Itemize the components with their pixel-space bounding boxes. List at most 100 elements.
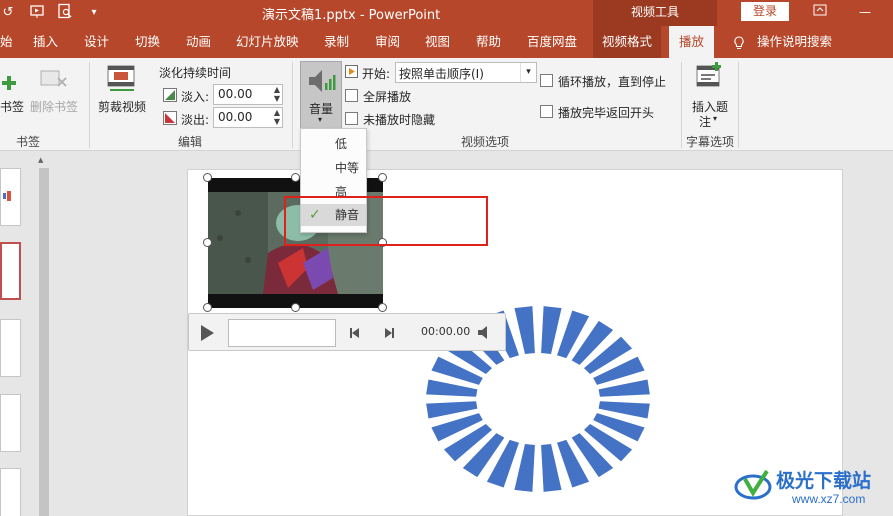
- loop-checkbox[interactable]: [540, 74, 553, 87]
- slide-thumbnail[interactable]: [0, 468, 21, 516]
- captions-group-label: 字幕选项: [686, 135, 735, 149]
- annotation-highlight-box: [284, 196, 488, 246]
- start-trigger-icon: [345, 65, 358, 81]
- play-icon[interactable]: [200, 325, 214, 344]
- video-player-bar: 00:00.00: [188, 313, 506, 351]
- start-mode-select[interactable]: 按照单击顺序(I) ▾: [395, 62, 537, 83]
- resize-handle[interactable]: [203, 173, 212, 182]
- scroll-up-icon[interactable]: ▲: [38, 156, 43, 164]
- ribbon-tabs: 始 插入 设计 切换 动画 幻灯片放映 录制 审阅 视图 帮助 百度网盘 视频格…: [0, 26, 893, 58]
- preview-icon[interactable]: [55, 3, 75, 23]
- group-separator: [738, 62, 739, 148]
- slide-thumbnail-pane: [0, 152, 23, 516]
- fade-out-icon: [163, 111, 177, 128]
- fullscreen-checkbox[interactable]: [345, 89, 358, 102]
- remove-bookmark-button[interactable]: 删除书签: [30, 98, 78, 115]
- resize-handle[interactable]: [203, 303, 212, 312]
- spin-arrows-icon[interactable]: ▲ ▼: [274, 108, 280, 126]
- scrollbar-thumb[interactable]: [39, 168, 49, 516]
- mute-icon[interactable]: [477, 326, 489, 342]
- tab-home[interactable]: 始: [0, 26, 13, 58]
- group-separator: [89, 62, 90, 148]
- edit-group-label: 编辑: [178, 135, 203, 149]
- login-button[interactable]: 登录: [741, 2, 789, 21]
- spin-arrows-icon[interactable]: ▲ ▼: [274, 85, 280, 103]
- watermark-text: 极光下载站: [776, 470, 872, 492]
- window-title: 演示文稿1.pptx - PowerPoint: [262, 8, 441, 23]
- fade-out-label: 淡出:: [181, 113, 210, 127]
- minimize-icon[interactable]: —: [850, 2, 880, 22]
- watermark-logo-icon: [733, 465, 773, 508]
- ring-segment: [514, 306, 535, 355]
- fade-in-stepper[interactable]: 00.00 ▲ ▼: [213, 84, 283, 105]
- chevron-down-icon: ▾: [713, 114, 718, 123]
- step-forward-icon[interactable]: [383, 327, 395, 342]
- chevron-down-icon[interactable]: ▾: [520, 63, 536, 82]
- resize-handle[interactable]: [378, 303, 387, 312]
- present-from-start-icon[interactable]: [27, 3, 47, 23]
- customize-qat-icon[interactable]: ▾: [84, 3, 104, 23]
- volume-low-option[interactable]: 低: [301, 133, 366, 155]
- lightbulb-icon: [733, 26, 745, 58]
- tab-video-format[interactable]: 视频格式: [593, 26, 662, 58]
- tab-slideshow[interactable]: 幻灯片放映: [236, 26, 299, 58]
- tab-transitions[interactable]: 切换: [135, 26, 160, 58]
- undo-icon[interactable]: ↺: [0, 3, 18, 23]
- hide-not-playing-checkbox[interactable]: [345, 112, 358, 125]
- fade-in-icon: [163, 88, 177, 105]
- fade-in-label: 淡入:: [181, 90, 210, 104]
- tab-baidu-netdisk[interactable]: 百度网盘: [527, 26, 577, 58]
- resize-handle[interactable]: [291, 303, 300, 312]
- watermark-url: www.xz7.com: [792, 492, 866, 506]
- add-bookmark-icon: [2, 76, 16, 93]
- ribbon-playback: 书签 删除书签 书签 剪裁视频 淡化持续时间 淡入: 00.00 ▲ ▼ 淡出: …: [0, 58, 893, 151]
- group-separator: [681, 62, 682, 148]
- volume-medium-option[interactable]: 中等: [301, 157, 366, 179]
- tab-design[interactable]: 设计: [84, 26, 109, 58]
- trim-video-icon: [106, 64, 138, 97]
- slide-thumbnail[interactable]: [0, 168, 21, 226]
- ribbon-display-options-icon[interactable]: [805, 2, 835, 22]
- tab-view[interactable]: 视图: [425, 26, 450, 58]
- playback-timeline[interactable]: [228, 319, 336, 347]
- tab-animations[interactable]: 动画: [186, 26, 211, 58]
- playback-time: 00:00.00: [421, 325, 471, 338]
- insert-caption-button-line2[interactable]: 注: [699, 113, 711, 130]
- volume-icon: [306, 66, 336, 99]
- rewind-checkbox[interactable]: [540, 105, 553, 118]
- tab-help[interactable]: 帮助: [476, 26, 501, 58]
- fade-duration-title: 淡化持续时间: [159, 66, 232, 80]
- slide-thumbnail-selected[interactable]: [0, 242, 21, 300]
- chevron-down-icon: ▾: [318, 115, 323, 124]
- add-bookmark-button[interactable]: 书签: [0, 98, 24, 115]
- ring-segment: [541, 443, 562, 492]
- video-tools-context: 视频工具: [593, 0, 717, 26]
- rewind-label[interactable]: 播放完毕返回开头: [558, 104, 654, 121]
- insert-caption-icon: [695, 62, 723, 93]
- slide-thumbnail[interactable]: [0, 394, 21, 452]
- group-separator: [292, 62, 293, 148]
- tab-playback[interactable]: 播放: [669, 26, 715, 58]
- hide-not-playing-label[interactable]: 未播放时隐藏: [363, 111, 435, 128]
- ring-segment: [514, 443, 535, 492]
- video-options-group-label: 视频选项: [461, 135, 510, 149]
- tab-insert[interactable]: 插入: [33, 26, 58, 58]
- bookmark-group-label: 书签: [16, 135, 41, 149]
- title-bar: ↺ ▾ 演示文稿1.pptx - PowerPoint 视频工具 登录 —: [0, 0, 893, 26]
- tab-record[interactable]: 录制: [324, 26, 349, 58]
- resize-handle[interactable]: [203, 238, 212, 247]
- slide-thumbnail[interactable]: [0, 319, 21, 377]
- trim-video-button[interactable]: 剪裁视频: [98, 98, 146, 115]
- resize-handle[interactable]: [378, 173, 387, 182]
- remove-bookmark-icon: [40, 68, 70, 93]
- loop-label[interactable]: 循环播放，直到停止: [558, 73, 666, 90]
- ring-segment: [541, 306, 562, 355]
- fullscreen-label[interactable]: 全屏播放: [363, 88, 411, 105]
- resize-handle[interactable]: [291, 173, 300, 182]
- tab-review[interactable]: 审阅: [375, 26, 400, 58]
- tell-me-search[interactable]: 操作说明搜索: [757, 26, 832, 58]
- volume-button[interactable]: 音量 ▾: [300, 61, 342, 131]
- step-back-icon[interactable]: [349, 327, 361, 342]
- start-label: 开始:: [362, 67, 391, 81]
- fade-out-stepper[interactable]: 00.00 ▲ ▼: [213, 107, 283, 128]
